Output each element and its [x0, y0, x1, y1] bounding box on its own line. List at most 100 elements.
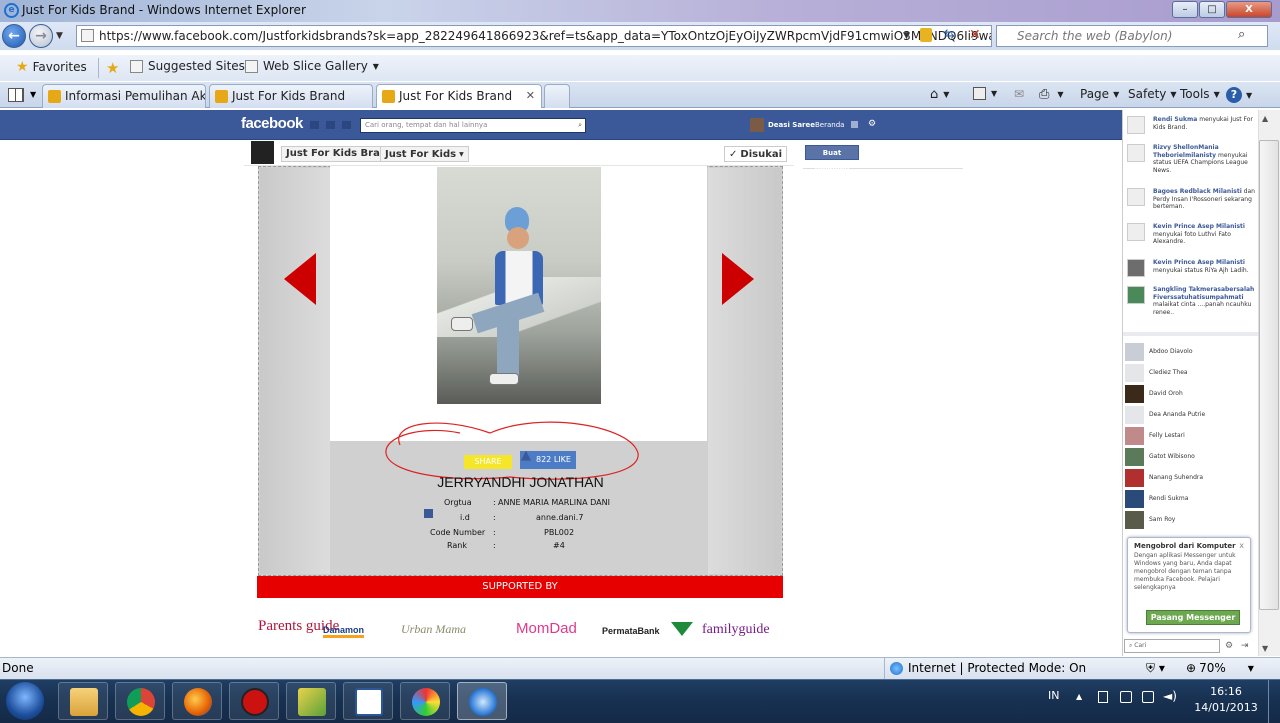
network-icon[interactable] [1142, 691, 1154, 703]
messages-icon[interactable] [326, 121, 335, 129]
facebook-logo[interactable]: facebook [241, 115, 303, 132]
taskbar-firefox[interactable] [172, 682, 222, 720]
chat-friend[interactable]: Rendi Sukma [1125, 490, 1255, 508]
mail-icon[interactable]: ✉ [1014, 87, 1024, 101]
settings-gear-icon[interactable]: ⚙ [868, 119, 876, 129]
chat-friend[interactable]: Abdoo Diavolo [1125, 343, 1255, 361]
facebook-search-input[interactable]: Cari orang, tempat dan hal lainnya ⌕ [360, 118, 586, 133]
close-button[interactable]: X [1226, 1, 1272, 18]
tab-just-for-kids-active[interactable]: Just For Kids Brand ✕ [376, 84, 542, 108]
ticker-item[interactable]: Rendi Sukma menyukai Just For Kids Brand… [1127, 116, 1255, 140]
new-tab-button[interactable] [544, 84, 570, 108]
ticker-item[interactable]: Kevin Prince Asep Milanisti menyukai fot… [1127, 223, 1255, 251]
tools-menu[interactable]: Tools ▼ [1180, 87, 1220, 101]
safely-remove-icon[interactable] [1120, 691, 1132, 703]
crumb-just-for-kids[interactable]: Just For Kids ▼ [380, 146, 469, 162]
liked-button[interactable]: ✓ Disukai [724, 146, 788, 162]
sponsor-permatabank[interactable]: PermataBank [602, 626, 660, 636]
forward-button[interactable]: → [29, 24, 53, 48]
ticker-item[interactable]: Kevin Prince Asep Milanisti menyukai sta… [1127, 259, 1255, 281]
clock-date[interactable]: 14/01/2013 [1190, 701, 1262, 714]
ticker-divider[interactable] [1123, 332, 1259, 336]
user-name-link[interactable]: Deasi Saree [768, 121, 815, 129]
share-button[interactable]: SHARE [464, 455, 512, 469]
chat-friend[interactable]: Nanang Suhendra [1125, 469, 1255, 487]
scroll-up-icon[interactable]: ▲ [1262, 114, 1268, 123]
quick-tabs-icon[interactable] [8, 88, 24, 102]
next-arrow-button[interactable] [722, 253, 754, 305]
friends-icon[interactable] [851, 121, 858, 128]
sponsor-momdad[interactable]: MomDad [516, 620, 577, 637]
clock-time[interactable]: 16:16 [1196, 685, 1256, 698]
start-button[interactable] [6, 682, 44, 720]
chat-friend[interactable]: Sam Roy [1125, 511, 1255, 529]
favorites-button[interactable]: ★ Favorites [16, 59, 87, 75]
chat-friend[interactable]: Gatot Wibisono [1125, 448, 1255, 466]
chat-friend[interactable]: David Oroh [1125, 385, 1255, 403]
home-button[interactable]: ⌂ ▼ [930, 87, 949, 102]
compatibility-icon[interactable]: ⇆ [944, 27, 955, 42]
page-menu[interactable]: Page ▼ [1080, 87, 1119, 101]
address-bar[interactable]: https://www.facebook.com/Justforkidsbran… [76, 25, 992, 47]
ticker-item[interactable]: Rizvy ShellonMania Theborielmilanisty me… [1127, 144, 1255, 180]
maximize-button[interactable]: □ [1199, 1, 1225, 18]
suggested-sites-link[interactable]: Suggested Sites ▼ [130, 59, 256, 73]
taskbar-explorer[interactable] [58, 682, 108, 720]
print-button[interactable]: ⎙ ▼ [1039, 87, 1064, 102]
scrollbar-thumb[interactable] [1259, 140, 1279, 610]
previous-arrow-button[interactable] [284, 253, 316, 305]
zoom-control[interactable]: ⊕ 70% ▼ [1186, 661, 1254, 675]
show-hidden-icons[interactable]: ▲ [1076, 692, 1082, 701]
chat-friend[interactable]: Dea Ananda Putrie [1125, 406, 1255, 424]
search-input[interactable]: Search the web (Babylon) [996, 25, 1268, 47]
install-messenger-button[interactable]: Pasang Messenger [1146, 610, 1240, 625]
search-icon[interactable]: ⌕ [1238, 27, 1245, 42]
chat-friend[interactable]: Clediez Thea [1125, 364, 1255, 382]
safety-menu[interactable]: Safety ▼ [1128, 87, 1177, 101]
feeds-button[interactable]: ▼ [973, 87, 997, 100]
scroll-down-icon[interactable]: ▼ [1262, 644, 1268, 653]
ticker-item[interactable]: Sangkling Takmerasabersalah Fiverssatuha… [1127, 286, 1255, 322]
taskbar-internet-explorer[interactable] [457, 682, 507, 720]
chat-settings-icon[interactable]: ⚙ [1225, 641, 1233, 651]
language-indicator[interactable]: IN [1048, 689, 1059, 702]
tab-close-icon[interactable]: ✕ [526, 89, 535, 102]
history-dropdown-icon[interactable]: ▼ [56, 31, 63, 41]
chat-friend[interactable]: Felly Lestari [1125, 427, 1255, 445]
tab-informasi-pemulihan-akun[interactable]: Informasi Pemulihan Akun [42, 84, 206, 108]
volume-icon[interactable]: ◄) [1163, 689, 1177, 703]
stop-icon[interactable]: ✕ [969, 27, 981, 43]
add-favorite-icon[interactable]: ★ [106, 59, 119, 77]
sponsor-danamon[interactable]: Danamon [323, 625, 365, 638]
help-menu[interactable]: ? ▼ [1226, 87, 1252, 103]
protected-mode-icon[interactable]: ⛨ ▾ [1146, 661, 1165, 676]
friend-requests-icon[interactable] [310, 121, 319, 129]
sponsor-urban-mama[interactable]: Urban Mama [401, 622, 466, 637]
home-link[interactable]: Beranda [815, 121, 844, 129]
user-avatar[interactable] [750, 118, 764, 132]
notifications-icon[interactable] [342, 121, 351, 129]
sponsor-familyguide[interactable]: familyguide [702, 622, 770, 638]
ticker-item[interactable]: Bagoes Redblack Milanisti dan Perdy Insa… [1127, 188, 1255, 218]
web-slice-gallery-link[interactable]: Web Slice Gallery ▼ [245, 59, 379, 73]
like-button[interactable]: ▲ 822 LIKE [520, 448, 576, 469]
show-desktop-button[interactable] [1268, 680, 1280, 723]
security-zone[interactable]: Internet | Protected Mode: On [890, 661, 1086, 675]
messenger-close-icon[interactable]: x [1239, 541, 1244, 550]
taskbar-network-app[interactable] [286, 682, 336, 720]
chat-popout-icon[interactable]: ⇥ [1241, 641, 1249, 651]
minimize-button[interactable]: – [1172, 1, 1198, 18]
brand-logo[interactable] [251, 141, 274, 164]
lock-icon[interactable] [920, 28, 932, 42]
flag-icon[interactable] [1098, 691, 1108, 703]
taskbar-smartfren[interactable] [229, 682, 279, 720]
create-page-button[interactable]: Buat Halaman [805, 145, 859, 172]
chat-search-input[interactable]: ⌕ Cari [1124, 639, 1220, 653]
tab-just-for-kids-1[interactable]: Just For Kids Brand [209, 84, 373, 108]
tab-list-dropdown-icon[interactable]: ▼ [30, 90, 36, 99]
taskbar-paint[interactable] [400, 682, 450, 720]
taskbar-chrome[interactable] [115, 682, 165, 720]
taskbar-word[interactable] [343, 682, 393, 720]
address-dropdown-icon[interactable]: ▼ [903, 31, 910, 41]
back-button[interactable]: ← [2, 24, 26, 48]
